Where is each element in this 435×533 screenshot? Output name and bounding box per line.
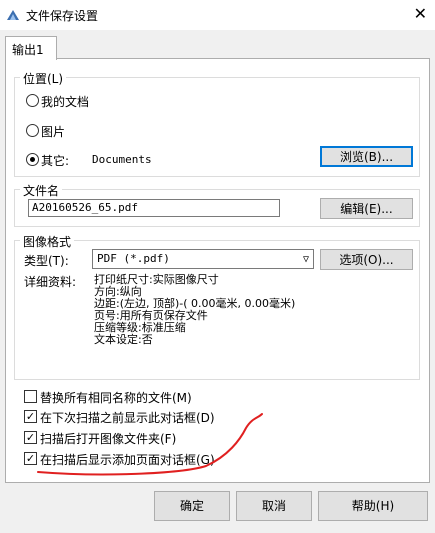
- ok-button[interactable]: 确定: [154, 491, 230, 521]
- help-button[interactable]: 帮助(H): [318, 491, 428, 521]
- red-underline-annotation: [37, 413, 263, 476]
- tab-output1[interactable]: 输出1: [5, 36, 57, 60]
- tab-label: 输出1: [12, 43, 44, 57]
- cancel-button[interactable]: 取消: [236, 491, 312, 521]
